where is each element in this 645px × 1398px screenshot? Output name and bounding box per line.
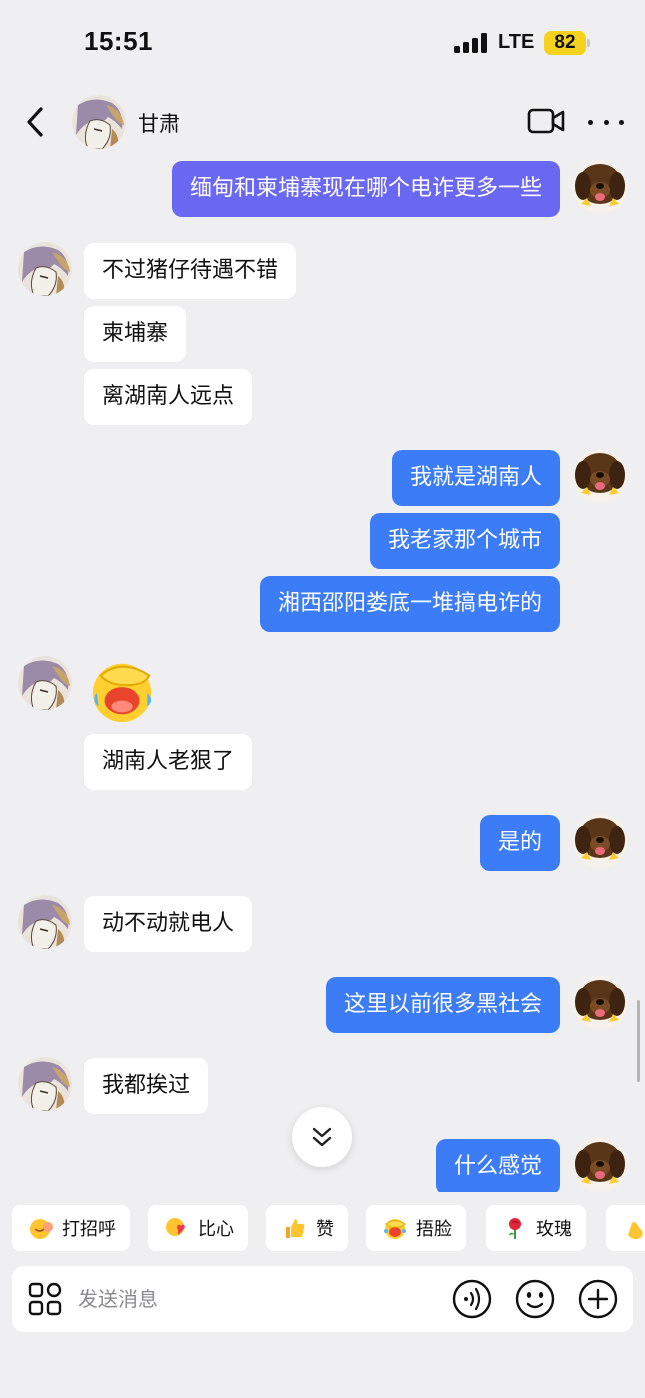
contact-avatar[interactable] bbox=[18, 656, 72, 710]
quick-reply-clap[interactable] bbox=[606, 1205, 645, 1251]
outgoing-message[interactable]: 缅甸和柬埔寨现在哪个电诈更多一些 bbox=[171, 161, 560, 217]
incoming-message[interactable]: 不过猪仔待遇不错 bbox=[84, 243, 297, 299]
scroll-to-bottom-button[interactable] bbox=[292, 1107, 352, 1167]
outgoing-message[interactable]: 这里以前很多黑社会 bbox=[325, 977, 560, 1033]
outgoing-message[interactable]: 我就是湖南人 bbox=[391, 450, 560, 506]
contact-avatar[interactable] bbox=[18, 242, 72, 296]
incoming-message[interactable]: 动不动就电人 bbox=[84, 896, 253, 952]
quick-reply-like[interactable]: 赞 bbox=[266, 1205, 348, 1251]
quick-reply-rose[interactable]: 玫瑰 bbox=[486, 1205, 586, 1251]
incoming-message[interactable]: 离湖南人远点 bbox=[84, 369, 253, 425]
my-avatar[interactable] bbox=[573, 449, 627, 503]
my-avatar[interactable] bbox=[573, 814, 627, 868]
more-options-button[interactable] bbox=[588, 108, 624, 136]
status-bar: 15:51 LTE 82 bbox=[0, 0, 645, 88]
incoming-message[interactable]: 湖南人老狠了 bbox=[84, 734, 253, 790]
plus-icon[interactable] bbox=[578, 1279, 618, 1319]
quick-reply-label: 比心 bbox=[198, 1219, 234, 1240]
scrollbar[interactable] bbox=[637, 1000, 640, 1082]
contact-avatar[interactable] bbox=[18, 1057, 72, 1111]
back-button[interactable] bbox=[18, 102, 52, 142]
quick-reply-bar[interactable]: 打招呼 比心 赞 捂脸 玫瑰 bbox=[0, 1205, 645, 1251]
outgoing-message[interactable]: 什么感觉 bbox=[435, 1139, 560, 1192]
network-type: LTE bbox=[498, 31, 535, 53]
voice-input-icon[interactable] bbox=[452, 1279, 492, 1319]
facepalm-laughing-emoji[interactable] bbox=[86, 656, 160, 724]
apps-grid-icon[interactable] bbox=[28, 1282, 62, 1316]
chat-header: 甘肃 bbox=[0, 88, 645, 156]
quick-reply-heart[interactable]: 比心 bbox=[148, 1205, 248, 1251]
message-input[interactable] bbox=[78, 1266, 438, 1332]
quick-reply-wave[interactable]: 打招呼 bbox=[12, 1205, 130, 1251]
battery-level: 82 bbox=[544, 31, 586, 55]
rose-emoji-icon bbox=[502, 1215, 528, 1241]
contact-name[interactable]: 甘肃 bbox=[138, 108, 180, 138]
video-call-icon[interactable] bbox=[526, 106, 566, 136]
incoming-message[interactable]: 柬埔寨 bbox=[84, 306, 187, 362]
facepalm-emoji-icon bbox=[382, 1215, 408, 1241]
message-input-bar bbox=[12, 1266, 633, 1332]
my-avatar[interactable] bbox=[573, 976, 627, 1030]
outgoing-message[interactable]: 我老家那个城市 bbox=[369, 513, 560, 569]
thumbs-up-emoji-icon bbox=[282, 1215, 308, 1241]
my-avatar[interactable] bbox=[573, 1138, 627, 1192]
emoji-picker-icon[interactable] bbox=[515, 1279, 555, 1319]
message-list[interactable]: 缅甸和柬埔寨现在哪个电诈更多一些 不过猪仔待遇不错 柬埔寨 离湖南人远点 我就是… bbox=[0, 156, 645, 1192]
dot-icon bbox=[603, 119, 609, 125]
heart-hands-emoji-icon bbox=[164, 1215, 190, 1241]
contact-avatar[interactable] bbox=[18, 895, 72, 949]
quick-reply-facepalm[interactable]: 捂脸 bbox=[366, 1205, 466, 1251]
battery-icon: 82 bbox=[544, 31, 590, 55]
incoming-message[interactable]: 我都挨过 bbox=[84, 1058, 209, 1114]
dot-icon bbox=[619, 119, 624, 125]
outgoing-message[interactable]: 湘西邵阳娄底一堆搞电诈的 bbox=[259, 576, 560, 632]
clap-emoji-icon bbox=[622, 1215, 645, 1241]
my-avatar[interactable] bbox=[573, 160, 627, 214]
quick-reply-label: 捂脸 bbox=[416, 1219, 452, 1240]
contact-avatar[interactable] bbox=[72, 95, 126, 149]
status-time: 15:51 bbox=[84, 26, 153, 56]
signal-icon bbox=[454, 33, 488, 53]
outgoing-message[interactable]: 是的 bbox=[479, 815, 560, 871]
dot-icon bbox=[588, 119, 593, 125]
quick-reply-label: 打招呼 bbox=[62, 1219, 116, 1240]
chevron-left-icon bbox=[27, 107, 43, 137]
quick-reply-label: 玫瑰 bbox=[536, 1219, 572, 1240]
wave-emoji-icon bbox=[28, 1215, 54, 1241]
quick-reply-label: 赞 bbox=[316, 1219, 334, 1240]
double-chevron-down-icon bbox=[312, 1127, 332, 1147]
